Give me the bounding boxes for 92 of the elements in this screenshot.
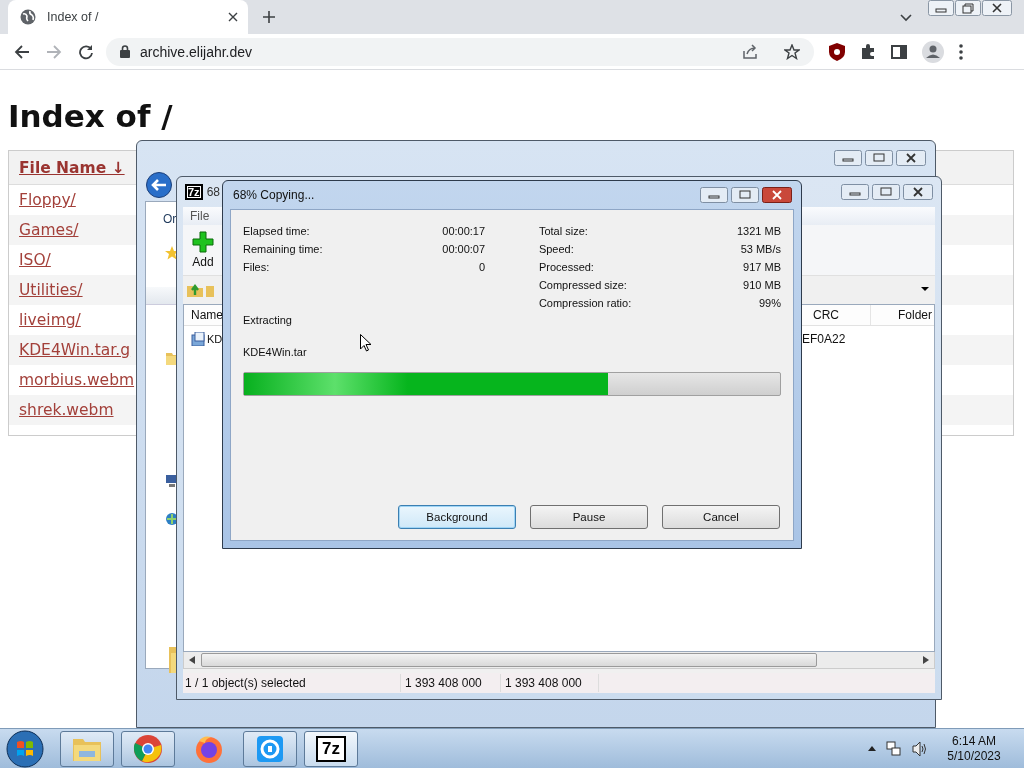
file-name: KD	[207, 333, 223, 345]
sidebar-icon[interactable]	[891, 43, 907, 60]
clock-time[interactable]: 6:14 AM	[952, 733, 996, 749]
speaker-icon[interactable]	[912, 740, 928, 757]
chevron-down-icon[interactable]	[900, 14, 912, 22]
taskbar-button[interactable]	[121, 730, 175, 767]
stat-value: 0	[478, 261, 486, 273]
start-button-icon[interactable]	[6, 729, 44, 768]
dropdown-arrow-icon[interactable]	[921, 287, 929, 291]
close-icon[interactable]	[896, 150, 926, 166]
back-icon[interactable]	[146, 172, 172, 198]
minimize-icon[interactable]	[834, 150, 862, 166]
page-heading: Index of /	[8, 98, 174, 134]
minimize-icon[interactable]	[928, 0, 954, 16]
new-tab-icon[interactable]	[262, 10, 276, 24]
minimize-icon[interactable]	[700, 187, 728, 203]
file-link[interactable]: ISO/	[19, 251, 51, 269]
dialog-button[interactable]: Pause	[530, 505, 648, 529]
reload-icon[interactable]	[78, 43, 94, 60]
plus-icon	[192, 231, 214, 253]
address-bar[interactable]: archive.elijahr.dev	[106, 37, 814, 66]
stat-value: 53 MB/s	[740, 243, 781, 255]
file-link[interactable]: shrek.webm	[19, 401, 114, 419]
file-link[interactable]: morbius.webm	[19, 371, 135, 389]
taskbar-button[interactable]	[60, 730, 114, 767]
file-link[interactable]: liveimg/	[19, 311, 81, 329]
column-header[interactable]: Name	[184, 305, 223, 325]
back-icon[interactable]	[14, 43, 30, 60]
stat-label: Processed:	[538, 261, 594, 273]
add-button[interactable]: Add	[192, 231, 214, 269]
stat-label: Compression ratio:	[538, 297, 632, 309]
cursor-icon	[360, 334, 372, 352]
puzzle-icon[interactable]	[860, 43, 876, 60]
stat-value: 99%	[758, 297, 781, 309]
status-text: 1 393 408 000	[401, 674, 501, 692]
dialog-button[interactable]: Cancel	[662, 505, 780, 529]
file-link[interactable]: KDE4Win.tar.g	[19, 341, 131, 359]
browser-icon	[132, 732, 164, 765]
file-link[interactable]: Floppy/	[19, 191, 76, 209]
menu-icon[interactable]	[959, 43, 963, 60]
stat-label: Remaining time:	[243, 243, 323, 255]
file-icon	[191, 332, 205, 346]
stat-label: Files:	[243, 261, 270, 273]
network-icon[interactable]	[886, 740, 902, 757]
clock-date[interactable]: 5/10/2023	[947, 748, 1001, 764]
profile-icon[interactable]	[922, 40, 944, 63]
taskbar-button[interactable]: 7z	[304, 730, 358, 767]
stat-value: 00:00:07	[442, 243, 486, 255]
file-name: KDE4Win.tar	[243, 346, 308, 358]
menu-item[interactable]: File	[190, 209, 210, 223]
star-icon[interactable]	[165, 246, 179, 260]
close-icon[interactable]	[228, 12, 238, 22]
scroll-right-icon[interactable]	[923, 656, 929, 664]
close-icon[interactable]	[982, 0, 1012, 16]
tab-title: Index of /	[47, 10, 100, 24]
stat-label: Total size:	[538, 225, 588, 237]
app-logo: 7z	[316, 735, 346, 762]
lock-icon	[120, 45, 130, 58]
star-icon[interactable]	[784, 43, 800, 60]
stat-label: Speed:	[538, 243, 574, 255]
column-header-link[interactable]: File Name ↓	[19, 158, 125, 177]
browser-tab[interactable]: Index of /	[8, 0, 248, 34]
dialog-button[interactable]: Background	[398, 505, 516, 529]
tray-arrow-icon[interactable]	[868, 746, 876, 751]
file-link[interactable]: Utilities/	[19, 281, 83, 299]
stat-value: 910 MB	[743, 279, 781, 291]
shield-icon[interactable]	[829, 42, 845, 61]
operation-label: Extracting	[243, 314, 293, 326]
stat-value: 00:00:17	[442, 225, 486, 237]
taskbar-button[interactable]	[243, 730, 297, 767]
status-text: 1 393 408 000	[501, 674, 599, 692]
scrollbar-thumb[interactable]	[201, 653, 817, 667]
status-text: 1 / 1 object(s) selected	[183, 674, 401, 692]
restore-icon[interactable]	[955, 0, 981, 16]
stat-value: 1321 MB	[736, 225, 781, 237]
stat-value: 917 MB	[743, 261, 781, 273]
app-logo: 7z	[185, 184, 203, 200]
column-header[interactable]: Folder	[870, 305, 934, 325]
crc-value: EF0A22	[801, 332, 847, 346]
url-text: archive.elijahr.dev	[140, 43, 253, 60]
toolbar-label[interactable]: Or	[163, 212, 177, 226]
window-title: 68	[206, 185, 220, 199]
stat-label: Elapsed time:	[243, 225, 310, 237]
globe-icon	[20, 9, 36, 25]
stat-label: Compressed size:	[538, 279, 627, 291]
share-icon[interactable]	[742, 43, 758, 60]
close-icon[interactable]	[762, 187, 792, 203]
minimize-icon[interactable]	[841, 184, 869, 200]
dialog-title: 68% Copying...	[233, 188, 315, 202]
file-link[interactable]: Games/	[19, 221, 79, 239]
scroll-left-icon[interactable]	[189, 656, 195, 664]
close-icon[interactable]	[903, 184, 933, 200]
